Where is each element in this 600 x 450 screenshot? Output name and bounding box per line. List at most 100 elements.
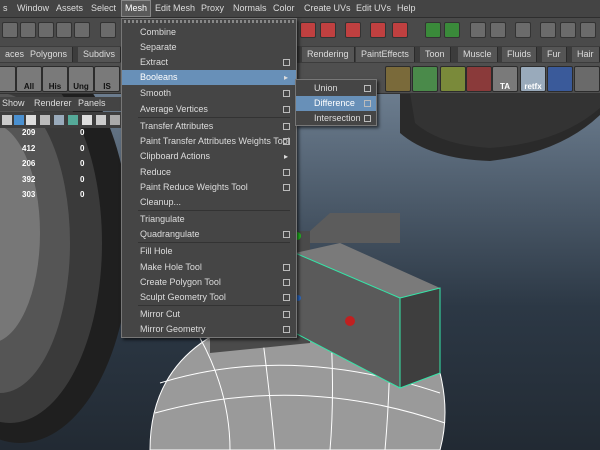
- tool-icon[interactable]: [20, 22, 36, 38]
- render-icon[interactable]: [515, 22, 531, 38]
- mesh-menu-item-smooth[interactable]: Smooth: [122, 86, 296, 101]
- mesh-menu-item-make-hole-tool[interactable]: Make Hole Tool: [122, 260, 296, 275]
- option-box-icon[interactable]: [364, 85, 371, 92]
- magnet-icon[interactable]: [370, 22, 386, 38]
- mesh-menu-item-create-polygon-tool[interactable]: Create Polygon Tool: [122, 275, 296, 290]
- mesh-menu-item-fill-hole[interactable]: Fill Hole: [122, 244, 296, 259]
- shelf-icon[interactable]: TA: [492, 66, 518, 92]
- render-icon[interactable]: [490, 22, 506, 38]
- menu-mesh[interactable]: Mesh: [121, 0, 152, 17]
- render-icon[interactable]: [580, 22, 596, 38]
- option-box-icon[interactable]: [283, 311, 290, 318]
- mesh-menu-item-average-vertices[interactable]: Average Vertices: [122, 102, 296, 117]
- menu-item-label: Clipboard Actions: [140, 151, 211, 161]
- shelf-tab-hair[interactable]: Hair: [572, 47, 600, 62]
- move-tool-icon[interactable]: [100, 22, 116, 38]
- option-box-icon[interactable]: [283, 59, 290, 66]
- option-box-icon[interactable]: [364, 115, 371, 122]
- panel-menu-renderer[interactable]: Renderer: [34, 98, 72, 108]
- shelf-icon[interactable]: [574, 66, 600, 92]
- option-box-icon[interactable]: [283, 184, 290, 191]
- shelf-icon[interactable]: All: [16, 66, 42, 92]
- menu-color[interactable]: Color: [270, 0, 298, 17]
- option-box-icon[interactable]: [283, 90, 290, 97]
- option-box-icon[interactable]: [283, 264, 290, 271]
- menu-assets[interactable]: Assets: [53, 0, 86, 17]
- mesh-menu-item-paint-reduce-weights-tool[interactable]: Paint Reduce Weights Tool: [122, 180, 296, 195]
- mesh-menu-item-cleanup[interactable]: Cleanup...: [122, 195, 296, 210]
- option-box-icon[interactable]: [283, 326, 290, 333]
- mesh-menu-item-triangulate[interactable]: Triangulate: [122, 212, 296, 227]
- booleans-item-intersection[interactable]: Intersection: [296, 111, 376, 126]
- mesh-menu-item-transfer-attributes[interactable]: Transfer Attributes: [122, 119, 296, 134]
- tool-icon[interactable]: [38, 22, 54, 38]
- shelf-icon[interactable]: retfx: [520, 66, 546, 92]
- panel-menu-panels[interactable]: Panels: [78, 98, 106, 108]
- mesh-menu-item-sculpt-geometry-tool[interactable]: Sculpt Geometry Tool: [122, 290, 296, 305]
- render-icon[interactable]: [540, 22, 556, 38]
- mesh-menu-item-paint-transfer-attributes-weights-tool[interactable]: Paint Transfer Attributes Weights Tool: [122, 134, 296, 149]
- tool-icon[interactable]: [56, 22, 72, 38]
- menu-window[interactable]: Window: [14, 0, 52, 17]
- 3d-viewport[interactable]: [0, 93, 600, 450]
- option-box-icon[interactable]: [283, 279, 290, 286]
- panel-icon-strip[interactable]: [0, 112, 130, 128]
- shelf-tab-fur[interactable]: Fur: [542, 47, 567, 62]
- shelf-icon[interactable]: [466, 66, 492, 92]
- magnet-icon[interactable]: [320, 22, 336, 38]
- tool-icon[interactable]: [2, 22, 18, 38]
- option-box-icon[interactable]: [283, 138, 290, 145]
- option-box-icon[interactable]: [283, 169, 290, 176]
- menu-normals[interactable]: Normals: [230, 0, 270, 17]
- render-icon[interactable]: [444, 22, 460, 38]
- option-box-icon[interactable]: [364, 100, 371, 107]
- shelf-tab-muscle[interactable]: Muscle: [458, 47, 498, 62]
- shelf-tab-rendering[interactable]: Rendering: [302, 47, 355, 62]
- shelf-icon[interactable]: His: [42, 66, 68, 92]
- shelf-tab-fluids[interactable]: Fluids: [502, 47, 538, 62]
- mesh-menu-item-reduce[interactable]: Reduce: [122, 165, 296, 180]
- shelf-icon[interactable]: [440, 66, 466, 92]
- trash-icon[interactable]: [547, 66, 573, 92]
- shelf-tab-polygons[interactable]: Polygons: [25, 47, 74, 62]
- booleans-item-difference[interactable]: Difference: [296, 96, 376, 111]
- shelf-icon[interactable]: IS: [94, 66, 120, 92]
- panel-menu-show[interactable]: Show: [2, 98, 25, 108]
- shelf-tab-painteffects[interactable]: PaintEffects: [356, 47, 415, 62]
- menu-edit-mesh[interactable]: Edit Mesh: [152, 0, 198, 17]
- menu-bar: s Window Assets Select Mesh Edit Mesh Pr…: [0, 0, 600, 18]
- mesh-menu-item-separate[interactable]: Separate: [122, 40, 296, 55]
- mesh-menu-item-mirror-geometry[interactable]: Mirror Geometry: [122, 322, 296, 337]
- menu-help[interactable]: Help: [394, 0, 419, 17]
- booleans-item-union[interactable]: Union: [296, 81, 376, 96]
- menu-create-uvs[interactable]: Create UVs: [301, 0, 354, 17]
- option-box-icon[interactable]: [283, 231, 290, 238]
- shelf-icon[interactable]: [0, 66, 16, 92]
- magnet-icon[interactable]: [345, 22, 361, 38]
- option-box-icon[interactable]: [283, 123, 290, 130]
- mesh-menu-item-booleans[interactable]: Booleans ▸: [122, 70, 296, 85]
- menu-cut[interactable]: s: [0, 0, 11, 17]
- render-icon[interactable]: [560, 22, 576, 38]
- tear-off-handle[interactable]: [124, 20, 294, 23]
- menu-edit-uvs[interactable]: Edit UVs: [353, 0, 394, 17]
- mesh-menu-item-quadrangulate[interactable]: Quadrangulate: [122, 227, 296, 242]
- mesh-menu-item-combine[interactable]: Combine: [122, 25, 296, 40]
- mesh-menu-item-clipboard-actions[interactable]: Clipboard Actions ▸: [122, 149, 296, 164]
- magnet-icon[interactable]: [300, 22, 316, 38]
- shelf-tab-subdivs[interactable]: Subdivs: [78, 47, 122, 62]
- tool-icon[interactable]: [74, 22, 90, 38]
- render-icon[interactable]: [425, 22, 441, 38]
- option-box-icon[interactable]: [283, 294, 290, 301]
- option-box-icon[interactable]: [283, 106, 290, 113]
- render-icon[interactable]: [470, 22, 486, 38]
- shelf-icon[interactable]: [412, 66, 438, 92]
- mesh-menu-item-mirror-cut[interactable]: Mirror Cut: [122, 307, 296, 322]
- mesh-menu-item-extract[interactable]: Extract: [122, 55, 296, 70]
- magnet-icon[interactable]: [392, 22, 408, 38]
- shelf-tab-toon[interactable]: Toon: [420, 47, 451, 62]
- menu-select[interactable]: Select: [88, 0, 119, 17]
- shelf-icon[interactable]: [385, 66, 411, 92]
- menu-proxy[interactable]: Proxy: [198, 0, 227, 17]
- shelf-icon[interactable]: Ung: [68, 66, 94, 92]
